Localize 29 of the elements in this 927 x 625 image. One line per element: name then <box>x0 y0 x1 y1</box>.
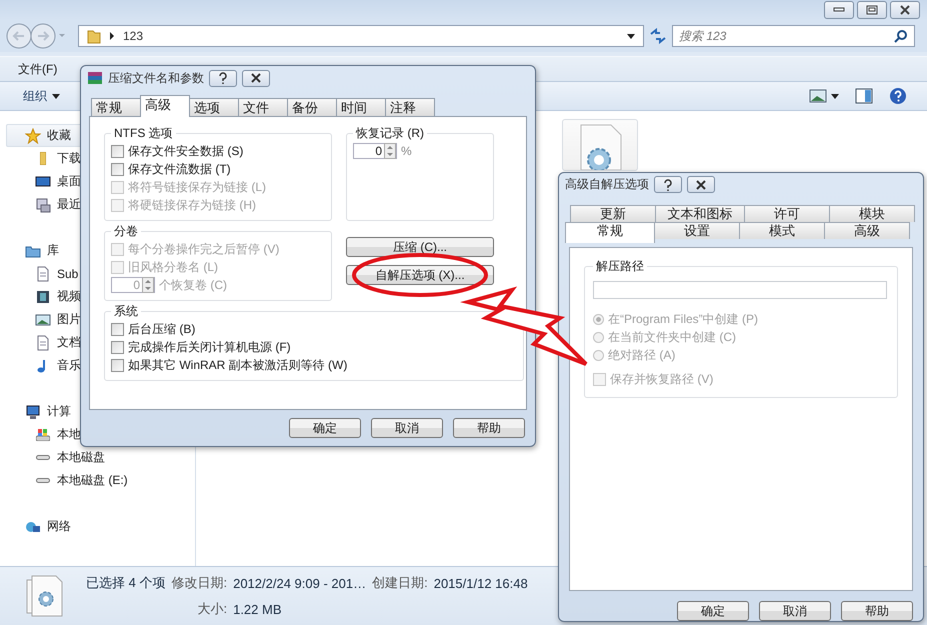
checkbox-label: 将符号链接保存为链接 (L) <box>128 178 266 196</box>
detail-value: 1.22 MB <box>233 602 283 616</box>
detail-value: 2015/1/12 16:48 <box>434 576 528 590</box>
dialog-title: 压缩文件名和参数 <box>108 70 204 86</box>
checkbox-label: 后台压缩 (B) <box>128 320 196 338</box>
detail-label: 修改日期: <box>171 574 228 592</box>
checkbox-label: 将硬链接保存为链接 (H) <box>128 196 256 214</box>
checkbox-label: 完成操作后关闭计算机电源 (F) <box>128 338 291 356</box>
group-title: 分卷 <box>113 223 139 240</box>
group-title: 系统 <box>113 303 139 320</box>
radio-label: 绝对路径 (A) <box>608 347 676 364</box>
spin-label: 个恢复卷 (C) <box>159 276 227 294</box>
checkbox-label: 保存文件流数据 (T) <box>128 160 231 178</box>
dialog-title: 高级自解压选项 <box>565 176 649 194</box>
checkbox-label: 旧风格分卷名 (L) <box>128 258 218 276</box>
checkbox-label: 保存文件安全数据 (S) <box>128 142 244 160</box>
detail-label: 创建日期: <box>372 574 428 592</box>
detail-label: 大小: <box>197 600 228 618</box>
radio-label: 在当前文件夹中创建 (C) <box>608 329 736 346</box>
checkbox-label: 如果其它 WinRAR 副本被激活则等待 (W) <box>128 356 348 374</box>
checkbox-label: 每个分卷操作完之后暂停 (V) <box>128 240 280 258</box>
unit-label: % <box>401 144 412 158</box>
radio-label: 在“Program Files”中创建 (P) <box>608 311 758 328</box>
group-title: NTFS 选项 <box>113 125 174 142</box>
detail-value: 2012/2/24 9:09 - 201… <box>233 576 366 590</box>
selection-count: 已选择 4 个项 <box>86 574 166 592</box>
checkbox-label: 保存并恢复路径 (V) <box>610 371 714 388</box>
group-title: 解压路径 <box>595 258 645 275</box>
group-title: 恢复记录 (R) <box>354 125 425 142</box>
